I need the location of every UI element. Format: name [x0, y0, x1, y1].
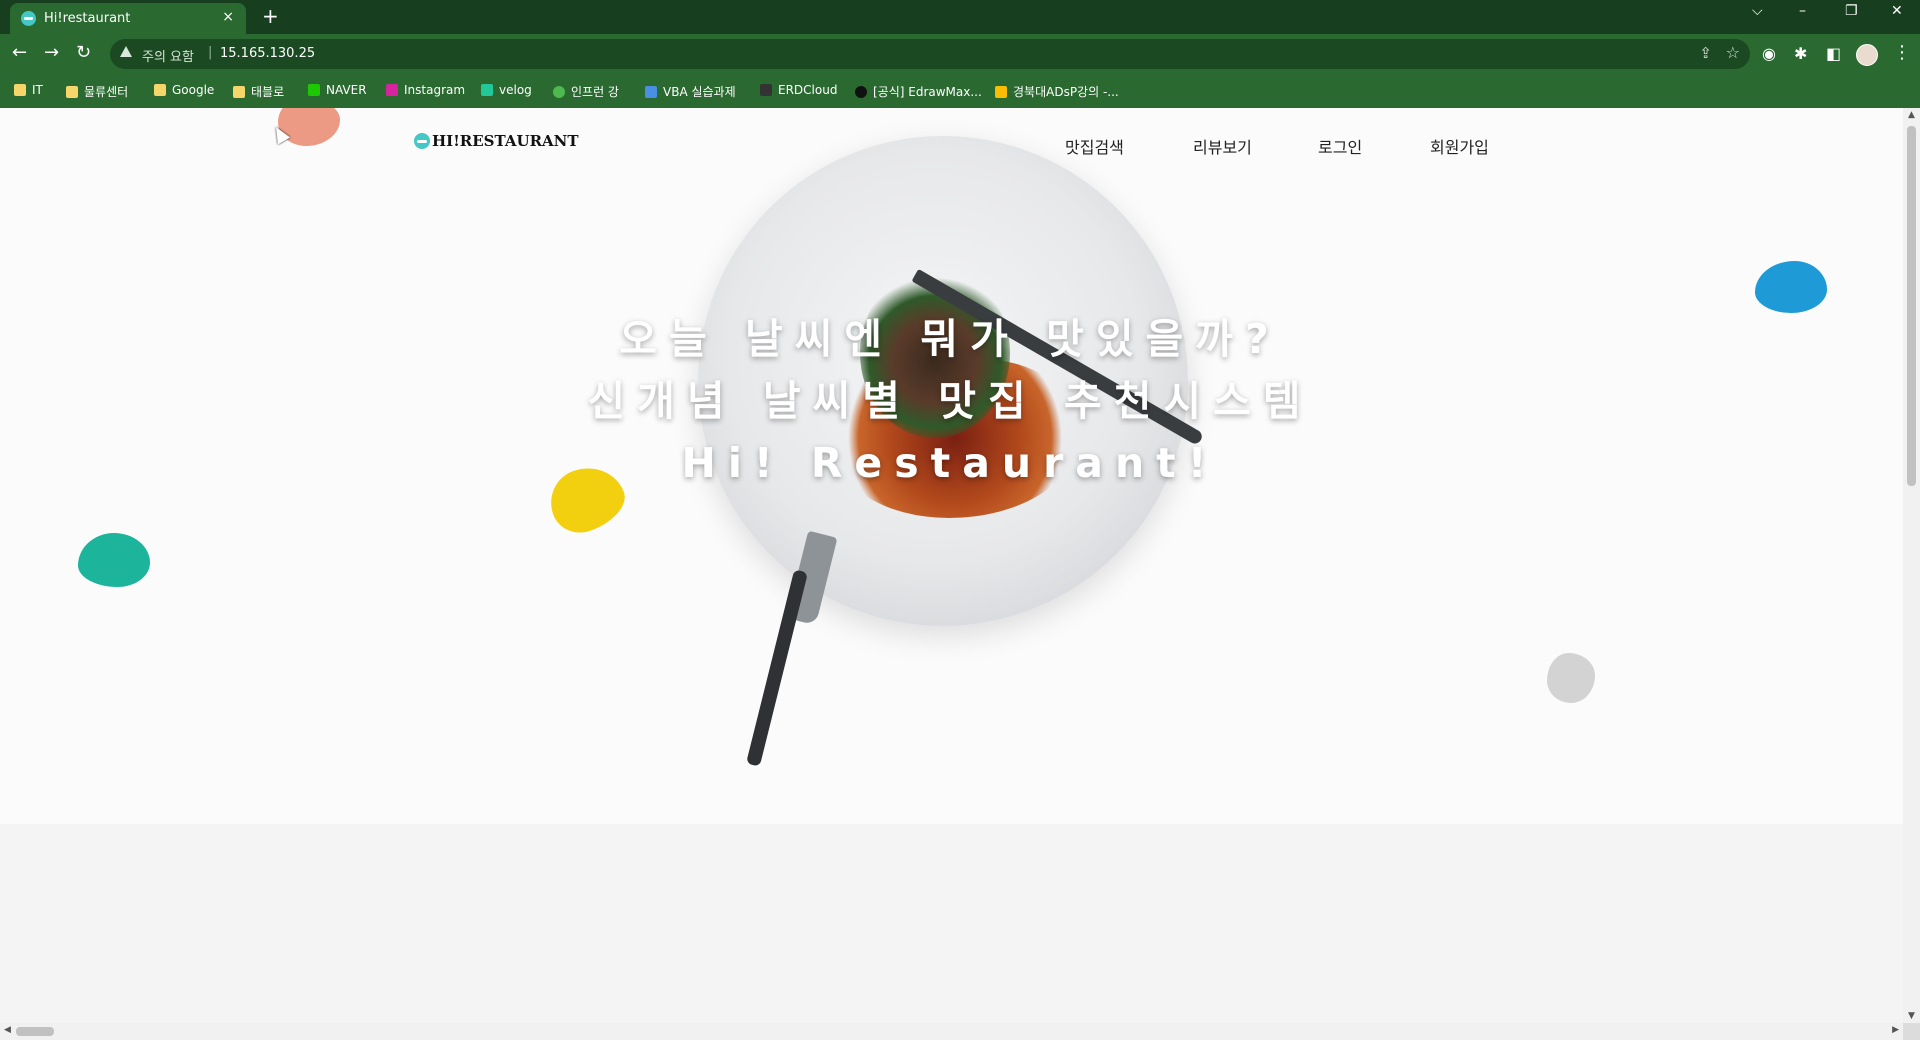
- bookmark-item[interactable]: 경북대ADsP강의 -...: [995, 83, 1119, 100]
- inflearn-icon: [553, 86, 565, 98]
- bookmark-item[interactable]: IT: [14, 83, 43, 97]
- tab-bar: Hi!restaurant × + ⌵ – ❐ ✕: [0, 0, 1920, 34]
- folder-icon: [233, 86, 245, 98]
- velog-icon: [481, 84, 493, 96]
- tab-close-icon[interactable]: ×: [222, 9, 234, 25]
- bookmark-item[interactable]: 물류센터: [66, 83, 128, 100]
- nav-signup[interactable]: 회원가입: [1430, 134, 1489, 158]
- browser-tab-active[interactable]: Hi!restaurant ×: [10, 3, 246, 34]
- horizontal-scroll-thumb[interactable]: [16, 1027, 54, 1036]
- bookmarks-bar: IT 물류센터 Google 태블로 NAVER Instagram velog…: [0, 74, 1920, 108]
- extensions-puzzle-icon[interactable]: ✱: [1794, 44, 1807, 63]
- scrollbar-corner: [1903, 1023, 1920, 1040]
- nav-login[interactable]: 로그인: [1318, 134, 1362, 158]
- bookmark-label: ERDCloud: [778, 83, 838, 97]
- scroll-left-arrow-icon[interactable]: ◀: [4, 1025, 11, 1035]
- folder-icon: [154, 84, 166, 96]
- url-text[interactable]: 15.165.130.25: [220, 46, 315, 61]
- decorative-blob-blue: [1755, 261, 1827, 313]
- scroll-right-arrow-icon[interactable]: ▶: [1892, 1025, 1899, 1035]
- page-viewport: 오늘 날씨엔 뭐가 맛있을까? 신개념 날씨별 맛집 추천시스템 Hi! Res…: [0, 108, 1903, 1023]
- tab-title: Hi!restaurant: [44, 11, 131, 26]
- minimize-button[interactable]: –: [1799, 3, 1806, 19]
- horizontal-scrollbar[interactable]: ◀ ▶: [0, 1023, 1903, 1040]
- bookmark-label: VBA 실습과제: [663, 85, 736, 99]
- bookmark-item[interactable]: Instagram: [386, 83, 465, 97]
- bookmark-label: 인프런 강: [571, 85, 619, 99]
- bookmark-item[interactable]: ERDCloud: [760, 83, 837, 97]
- bookmark-label: Instagram: [404, 83, 466, 97]
- new-tab-button[interactable]: +: [262, 4, 279, 28]
- hero-line: 신개념 날씨별 맛집 추천시스템: [587, 377, 1313, 425]
- decorative-blob-teal: [78, 533, 150, 587]
- scroll-up-arrow-icon[interactable]: ▲: [1908, 110, 1915, 120]
- decorative-blob-salmon: [278, 108, 340, 146]
- vertical-scroll-thumb[interactable]: [1907, 126, 1916, 486]
- bookmark-label: NAVER: [326, 83, 367, 97]
- security-warning-label[interactable]: 주의 요함: [142, 46, 194, 65]
- bookmark-label: 경북대ADsP강의 -...: [1013, 85, 1119, 99]
- hero-headline: 오늘 날씨엔 뭐가 맛있을까? 신개념 날씨별 맛집 추천시스템 Hi! Res…: [560, 308, 1340, 494]
- site-favicon-icon: [21, 11, 36, 26]
- bookmark-label: 태블로: [251, 85, 285, 99]
- bookmark-star-icon[interactable]: ☆: [1726, 43, 1740, 62]
- warning-icon[interactable]: [120, 46, 132, 57]
- decorative-blob-grey: [1547, 653, 1595, 703]
- drive-icon: [995, 86, 1007, 98]
- bookmark-item[interactable]: NAVER: [308, 83, 367, 97]
- vba-icon: [645, 86, 657, 98]
- browser-menu-icon[interactable]: ⋮: [1893, 42, 1911, 63]
- bookmark-item[interactable]: VBA 실습과제: [645, 83, 736, 100]
- restore-button[interactable]: ❐: [1845, 3, 1858, 19]
- bookmark-item[interactable]: 인프런 강: [553, 83, 619, 100]
- vertical-scrollbar[interactable]: ▲ ▼: [1903, 108, 1920, 1023]
- erd-icon: [760, 84, 772, 96]
- browser-toolbar: ← → ↻ 주의 요함 | 15.165.130.25 ⇪ ☆ ◉ ✱ ◧ ⋮: [0, 34, 1920, 74]
- bookmark-label: 물류센터: [84, 85, 129, 99]
- screenshot-extension-icon[interactable]: ◉: [1762, 44, 1776, 63]
- folder-icon: [66, 86, 78, 98]
- tab-search-icon[interactable]: ⌵: [1752, 3, 1763, 19]
- hero-line: 오늘 날씨엔 뭐가 맛있을까?: [619, 315, 1281, 363]
- bookmark-item[interactable]: Google: [154, 83, 214, 97]
- bookmark-item[interactable]: [공식] EdrawMax...: [855, 83, 982, 100]
- back-button[interactable]: ←: [12, 42, 27, 63]
- bookmark-label: velog: [499, 83, 532, 97]
- omnibox-separator: |: [208, 45, 213, 60]
- close-window-button[interactable]: ✕: [1891, 3, 1903, 19]
- side-panel-icon[interactable]: ◧: [1826, 44, 1841, 63]
- profile-avatar[interactable]: [1856, 44, 1878, 66]
- forward-button[interactable]: →: [44, 42, 59, 63]
- logo-icon: [414, 133, 430, 149]
- bookmark-label: IT: [32, 83, 43, 97]
- bookmark-label: [공식] EdrawMax...: [873, 85, 982, 99]
- bookmark-label: Google: [172, 83, 215, 97]
- nav-restaurant-search[interactable]: 맛집검색: [1065, 134, 1124, 158]
- address-bar[interactable]: 주의 요함 | 15.165.130.25 ⇪ ☆: [110, 39, 1750, 69]
- nav-reviews[interactable]: 리뷰보기: [1193, 134, 1252, 158]
- folder-icon: [14, 84, 26, 96]
- instagram-icon: [386, 84, 398, 96]
- bookmark-item[interactable]: velog: [481, 83, 532, 97]
- hero-line: Hi! Restaurant!: [681, 439, 1219, 487]
- lower-section: [0, 824, 1903, 1023]
- naver-icon: [308, 84, 320, 96]
- share-icon[interactable]: ⇪: [1699, 44, 1712, 62]
- reload-button[interactable]: ↻: [76, 42, 91, 63]
- scroll-down-arrow-icon[interactable]: ▼: [1908, 1011, 1915, 1021]
- logo-text: HI!RESTAURANT: [432, 132, 579, 150]
- bookmark-item[interactable]: 태블로: [233, 83, 284, 100]
- fork-handle-image: [746, 569, 808, 767]
- edraw-icon: [855, 86, 867, 98]
- site-logo[interactable]: HI!RESTAURANT: [414, 132, 579, 150]
